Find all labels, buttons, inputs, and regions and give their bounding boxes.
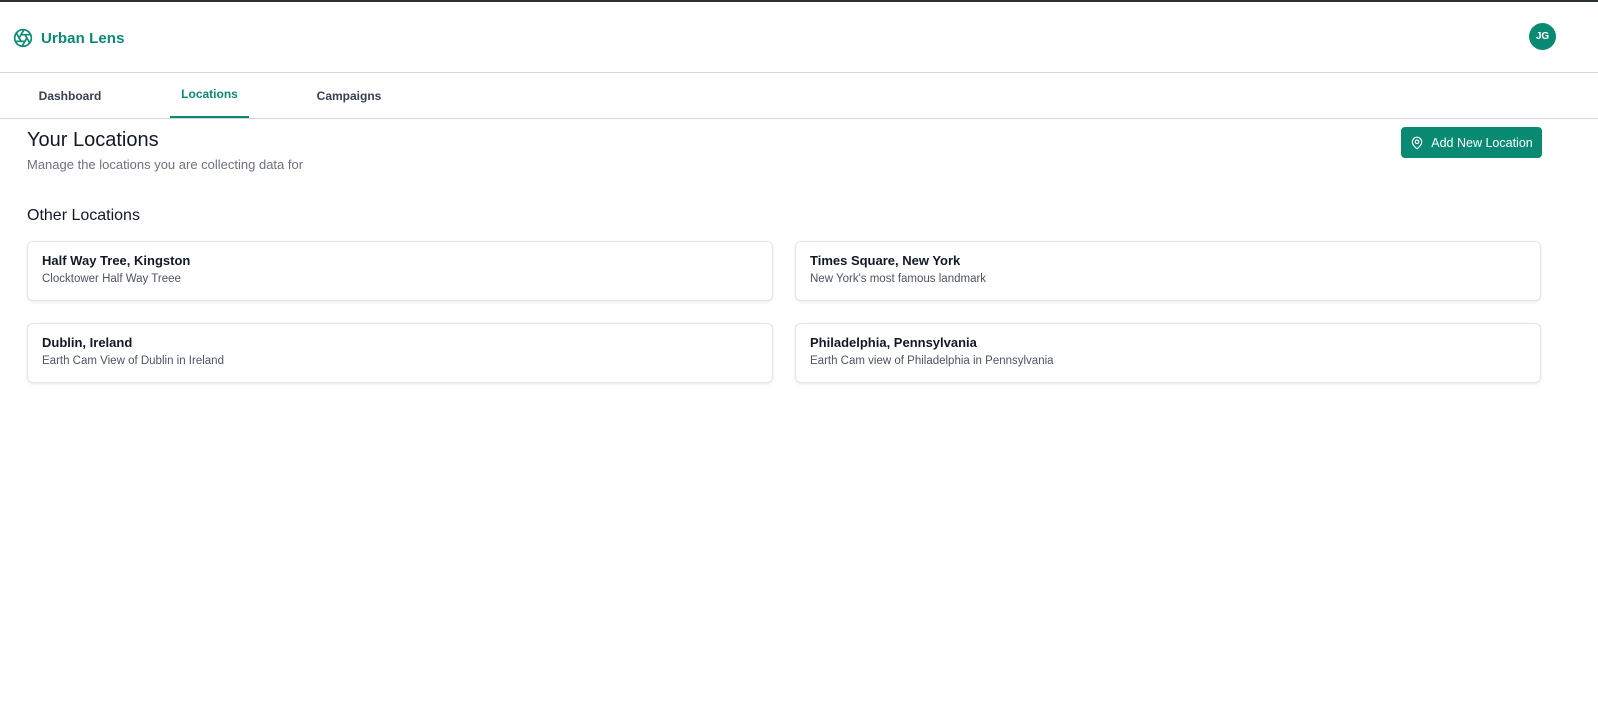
location-card[interactable]: Times Square, New York New York's most f… [795,241,1541,301]
aperture-icon [13,28,33,48]
location-description: Clocktower Half Way Treee [42,273,181,285]
location-card[interactable]: Dublin, Ireland Earth Cam View of Dublin… [27,323,773,383]
location-title: Dublin, Ireland [42,335,133,350]
page-subtitle: Manage the locations you are collecting … [27,157,304,172]
location-description: Earth Cam View of Dublin in Ireland [42,355,224,367]
location-card[interactable]: Philadelphia, Pennsylvania Earth Cam vie… [795,323,1541,383]
add-new-location-button[interactable]: Add New Location [1401,127,1542,158]
location-title: Times Square, New York [810,253,961,268]
location-title: Half Way Tree, Kingston [42,253,191,268]
tab-campaigns[interactable]: Campaigns [306,73,392,118]
app-name: Urban Lens [41,29,125,47]
tab-label: Locations [181,86,238,101]
location-card[interactable]: Half Way Tree, Kingston Clocktower Half … [27,241,773,301]
tab-locations[interactable]: Locations [170,73,249,118]
tab-dashboard[interactable]: Dashboard [28,73,112,118]
tab-label: Campaigns [316,88,382,103]
main-tabs: Dashboard Locations Campaigns [0,73,1598,119]
other-locations-heading: Other Locations [27,207,140,224]
add-button-label: Add New Location [1431,135,1533,150]
map-pin-icon [1410,136,1424,150]
page-title: Your Locations [27,129,159,151]
user-avatar[interactable]: JG [1529,23,1556,50]
location-description: Earth Cam view of Philadelphia in Pennsy… [810,355,1054,367]
brand-link[interactable]: Urban Lens [13,26,125,50]
location-title: Philadelphia, Pennsylvania [810,335,977,350]
location-description: New York's most famous landmark [810,273,987,285]
app-header: Urban Lens JG [0,2,1598,73]
tab-label: Dashboard [38,88,102,103]
avatar-initials: JG [1535,31,1550,42]
